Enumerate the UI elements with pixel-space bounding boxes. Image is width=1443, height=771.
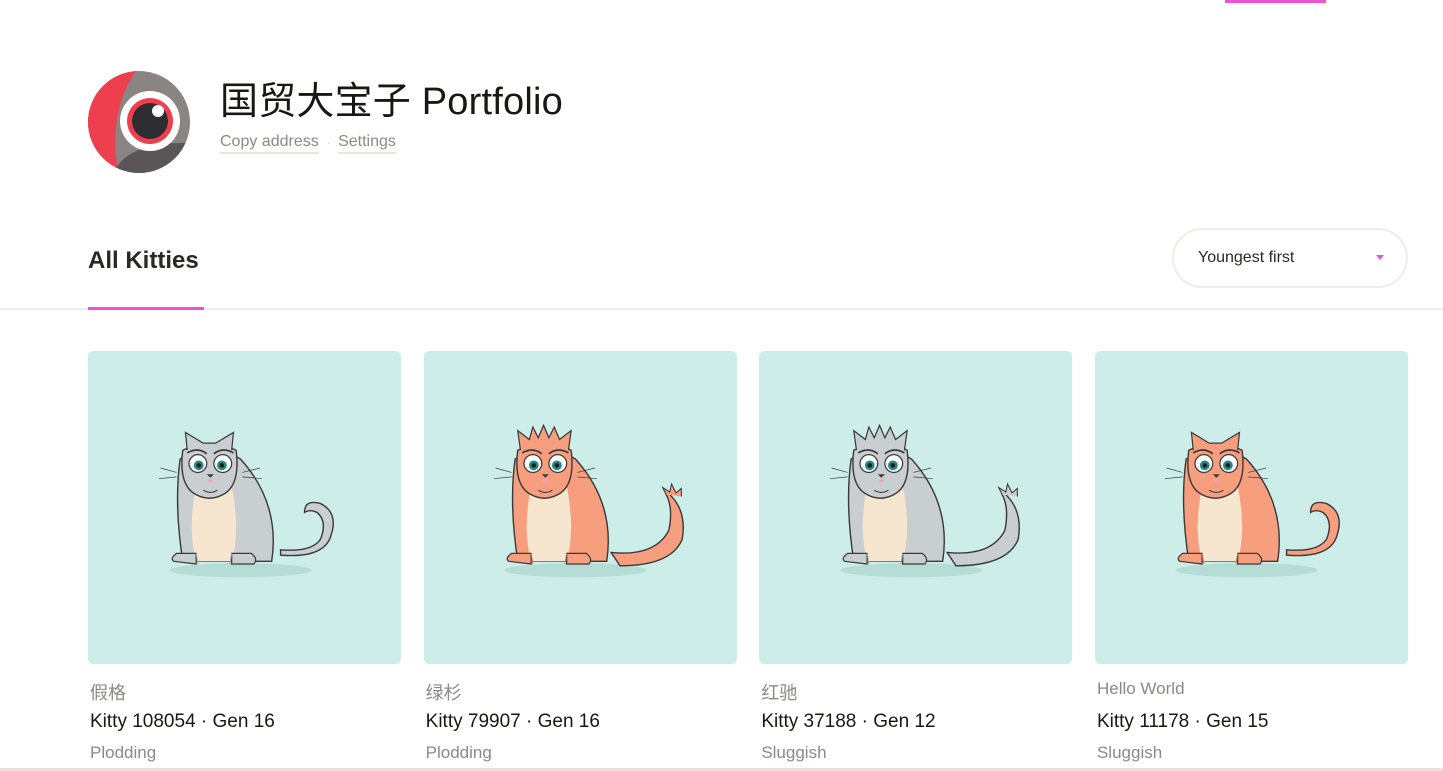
kitty-cooldown-speed: Sluggish: [761, 743, 827, 762]
profile-header: 国贸大宝子 Portfolio Copy address · Settings: [88, 71, 563, 173]
kitty-id-generation: Kitty 79907 · Gen 16: [425, 711, 600, 732]
kitty-image[interactable]: [759, 351, 1073, 664]
kitty-card[interactable]: 绿杉 Kitty 79907 · Gen 16 Plodding: [423, 351, 737, 763]
copy-address-link[interactable]: Copy address: [220, 133, 319, 155]
cat-illustration: [1165, 430, 1341, 577]
settings-link[interactable]: Settings: [338, 133, 396, 155]
cat-illustration: [829, 423, 1020, 577]
kitty-id-generation: Kitty 11178 · Gen 15: [1096, 711, 1269, 732]
top-nav-active-indicator: [1225, 0, 1326, 3]
cat-illustration: [493, 423, 685, 577]
kitty-name: 绿杉: [425, 683, 462, 703]
kitty-name: 假格: [90, 683, 126, 703]
kitty-cooldown-speed: Sluggish: [1096, 743, 1163, 762]
kitty-name: Hello World: [1096, 679, 1185, 698]
sort-dropdown[interactable]: Youngest first: [1172, 228, 1408, 288]
kitty-image[interactable]: [1094, 351, 1408, 664]
link-separator: ·: [326, 138, 331, 150]
kitty-id-generation: Kitty 108054 · Gen 16: [90, 711, 275, 732]
sort-selected-label: Youngest first: [1198, 249, 1295, 266]
kitty-name: 红驰: [761, 683, 798, 703]
kitty-card[interactable]: 假格 Kitty 108054 · Gen 16 Plodding: [88, 351, 401, 763]
kitty-cooldown-speed: Plodding: [425, 743, 492, 762]
kitty-cooldown-speed: Plodding: [90, 743, 157, 762]
avatar: [88, 71, 190, 173]
kitty-id-generation: Kitty 37188 · Gen 12: [761, 711, 936, 732]
kitty-image[interactable]: [423, 351, 737, 664]
kitty-grid: 假格 Kitty 108054 · Gen 16 Plodding 绿杉 Kit…: [88, 351, 1408, 763]
tabs-bar: All Kitties Youngest first: [0, 228, 1443, 310]
page-title: 国贸大宝子 Portfolio: [220, 80, 563, 123]
kitty-card[interactable]: Hello World Kitty 11178 · Gen 15 Sluggis…: [1094, 351, 1408, 763]
kitty-image[interactable]: [88, 351, 401, 664]
tab-all-kitties[interactable]: All Kitties: [88, 228, 199, 310]
caret-down-icon: [1376, 255, 1384, 260]
kitty-card[interactable]: 红驰 Kitty 37188 · Gen 12 Sluggish: [759, 351, 1073, 763]
tab-active-underline: [88, 307, 204, 310]
cat-illustration: [158, 430, 334, 577]
